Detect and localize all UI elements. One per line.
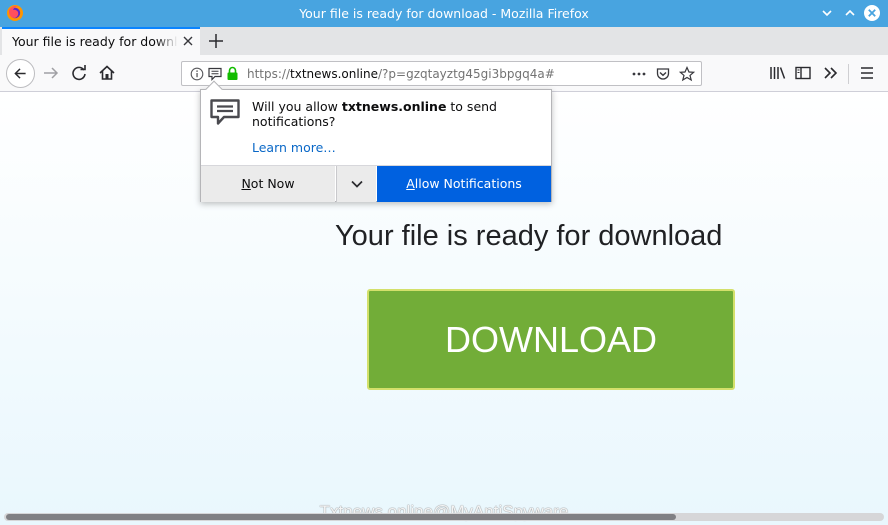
notification-permission-popup: Will you allow txtnews.online to send no… xyxy=(200,80,552,202)
speech-bubble-icon xyxy=(210,99,240,125)
bookmark-star-icon[interactable] xyxy=(679,66,695,82)
forward-icon[interactable] xyxy=(38,60,64,86)
url-host: txtnews.online xyxy=(290,67,378,81)
notification-icon[interactable] xyxy=(207,66,223,82)
not-now-label: Not Now xyxy=(241,176,295,191)
window-titlebar: Your file is ready for download - Mozill… xyxy=(0,0,888,27)
reload-icon[interactable] xyxy=(66,60,92,86)
close-tab-icon[interactable] xyxy=(181,34,195,48)
allow-notifications-label: Allow Notifications xyxy=(406,176,522,191)
popup-message: Will you allow txtnews.online to send no… xyxy=(252,99,542,129)
allow-notifications-button[interactable]: Allow Notifications xyxy=(377,166,551,202)
popup-dropdown-button[interactable] xyxy=(336,166,376,202)
chevron-down-icon xyxy=(351,180,363,188)
url-text: https://txtnews.online/?p=gzqtayztg45gi3… xyxy=(247,67,555,81)
popup-message-prefix: Will you allow xyxy=(252,99,342,114)
sidebar-icon[interactable] xyxy=(790,60,816,86)
overflow-icon[interactable] xyxy=(818,60,844,86)
info-icon[interactable] xyxy=(190,67,204,81)
minimize-icon[interactable] xyxy=(817,3,837,23)
menu-icon[interactable] xyxy=(854,60,880,86)
popup-button-row: Not Now Allow Notifications xyxy=(201,165,551,202)
pocket-icon[interactable] xyxy=(655,66,671,82)
page-actions-icon[interactable] xyxy=(631,66,647,82)
learn-more-link[interactable]: Learn more… xyxy=(252,140,336,155)
page-heading: Your file is ready for download xyxy=(335,220,723,252)
popup-site: txtnews.online xyxy=(341,99,447,114)
lock-icon[interactable] xyxy=(226,66,239,81)
horizontal-scrollbar[interactable] xyxy=(4,513,884,521)
back-icon[interactable] xyxy=(6,59,35,88)
maximize-icon[interactable] xyxy=(840,3,860,23)
url-prefix: https:// xyxy=(247,67,291,81)
url-path: /?p=gzqtayztg45gi3bpgq4a# xyxy=(378,67,555,81)
toolbar-separator xyxy=(848,64,849,84)
new-tab-icon[interactable] xyxy=(207,32,225,50)
window-title: Your file is ready for download - Mozill… xyxy=(299,6,589,21)
tab-strip: Your file is ready for download xyxy=(0,27,888,55)
tab-active[interactable]: Your file is ready for download xyxy=(2,27,200,55)
not-now-button[interactable]: Not Now xyxy=(201,166,335,202)
download-button[interactable]: DOWNLOAD xyxy=(367,289,735,390)
library-icon[interactable] xyxy=(765,60,791,86)
navigation-toolbar: https://txtnews.online/?p=gzqtayztg45gi3… xyxy=(0,55,888,92)
scrollbar-thumb[interactable] xyxy=(6,514,676,520)
home-icon[interactable] xyxy=(94,60,120,86)
tab-title: Your file is ready for download xyxy=(12,34,178,49)
url-bar[interactable]: https://txtnews.online/?p=gzqtayztg45gi3… xyxy=(181,61,702,86)
close-window-icon[interactable] xyxy=(862,3,882,23)
